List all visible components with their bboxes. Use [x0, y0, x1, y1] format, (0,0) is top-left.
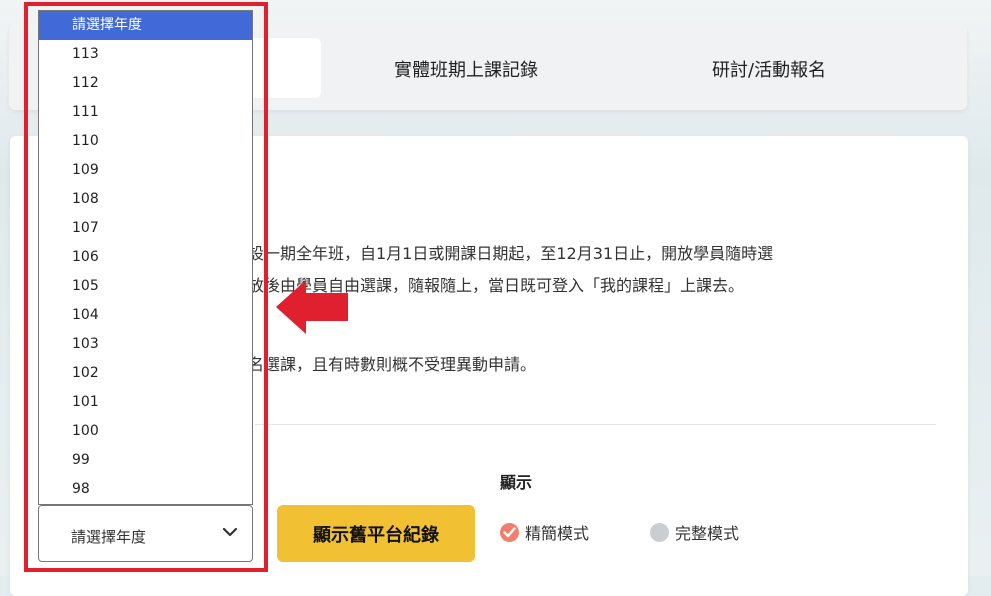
tab-physical-class-records[interactable]: 實體班期上課記錄 [394, 56, 538, 82]
radio-label: 完整模式 [675, 524, 740, 543]
radio-checked-icon[interactable] [500, 522, 519, 542]
radio-unchecked-icon[interactable] [650, 522, 669, 542]
annotation-highlight-box [24, 2, 268, 572]
radio-full-mode[interactable]: 完整模式 [650, 520, 739, 544]
description-line-1: 設一期全年班，自1月1日或開課日期起，至12月31日止，開放學員隨時選 [248, 244, 774, 263]
radio-compact-mode[interactable]: 精簡模式 [500, 520, 589, 544]
left-arrow-icon [276, 280, 348, 334]
display-mode-label: 顯示 [500, 473, 533, 492]
description-line-3: 名選課，且有時數則概不受理異動申請。 [248, 355, 537, 374]
divider [255, 424, 936, 425]
check-icon [503, 526, 516, 537]
tab-seminar-registration[interactable]: 研討/活動報名 [712, 56, 826, 82]
radio-label: 精簡模式 [525, 524, 590, 543]
show-old-platform-button[interactable]: 顯示舊平台紀錄 [277, 505, 475, 562]
